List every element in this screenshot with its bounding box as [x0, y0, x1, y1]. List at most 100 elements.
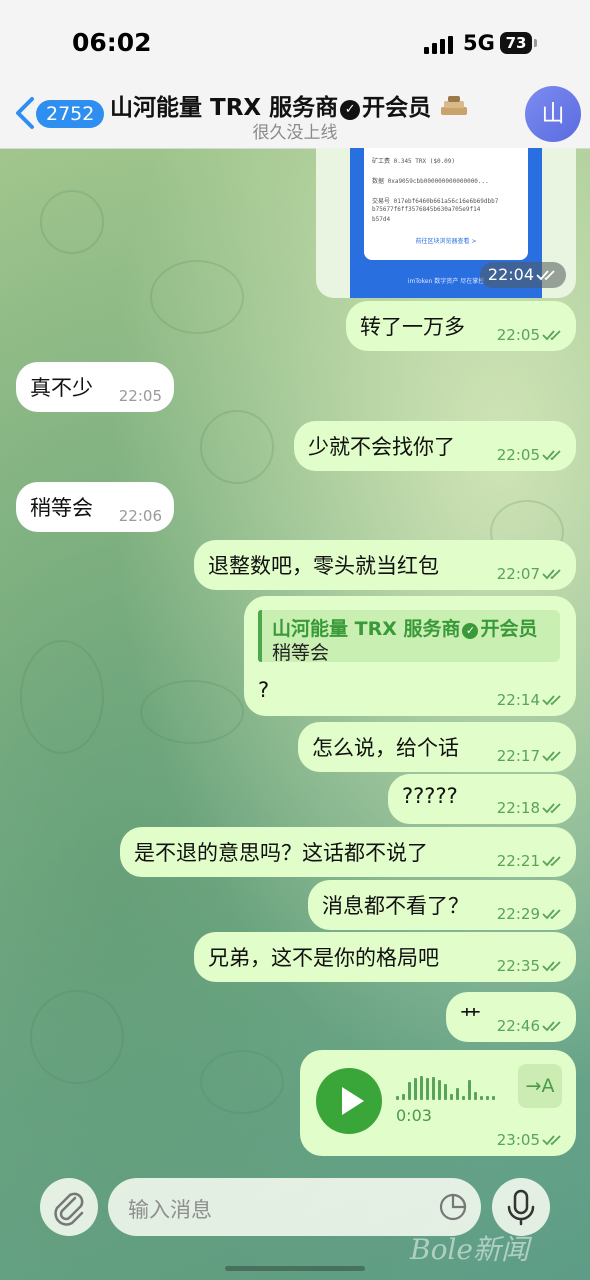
transaction-card: 矿工费 0.345 TRX ($0.09) 数据 0xa9059cbb00000… — [364, 148, 528, 260]
message-meta: 22:21 — [497, 852, 564, 870]
outgoing-message[interactable]: 艹 22:46 — [446, 992, 576, 1042]
sticker-icon[interactable] — [439, 1193, 467, 1221]
chat-title[interactable]: 山河能量 TRX 服务商 ✓ 开会员 — [110, 88, 469, 122]
watermark: Bole新闻 — [410, 1233, 529, 1266]
paperclip-icon — [54, 1192, 84, 1226]
tx-row: b57d4 — [372, 216, 391, 223]
outgoing-message[interactable]: 转了一万多 22:05 — [346, 301, 576, 351]
explorer-link: 前往区块浏览器查看 > — [415, 238, 477, 245]
wallpaper-doodle — [200, 410, 274, 484]
message-meta: 22:05 — [497, 326, 564, 344]
message-meta: 22:14 — [497, 691, 564, 709]
double-check-icon — [542, 1021, 561, 1032]
double-check-icon — [536, 270, 555, 281]
tx-row: b75677f6ff3576845b630a705e9f14 — [372, 206, 481, 213]
outgoing-message[interactable]: 怎么说，给个话 22:17 — [298, 722, 576, 772]
message-meta: 23:05 — [497, 1131, 564, 1149]
quoted-sender-suffix: 开会员 — [480, 618, 538, 640]
avatar[interactable]: 山 — [525, 86, 581, 142]
message-text: 退整数吧，零头就当红包 — [208, 554, 439, 578]
incoming-message[interactable]: 稍等会 22:06 — [16, 482, 174, 532]
home-indicator — [225, 1266, 365, 1271]
message-meta: 22:07 — [497, 565, 564, 583]
message-time: 22:04 — [479, 262, 566, 288]
double-check-icon — [542, 695, 561, 706]
battery-icon: 73 — [500, 32, 532, 54]
outgoing-message[interactable]: ????? 22:18 — [388, 774, 576, 824]
quoted-reply[interactable]: 山河能量 TRX 服务商 ✓ 开会员 稍等会 — [258, 610, 560, 664]
message-text: ????? — [402, 784, 458, 808]
tx-row: 矿工费 0.345 TRX ($0.09) — [372, 158, 456, 165]
message-meta: 22:05 — [118, 387, 162, 405]
money-bag-emoji-icon — [441, 96, 468, 115]
double-check-icon — [542, 569, 561, 580]
message-text: 兄弟，这不是你的格局吧 — [208, 946, 439, 970]
voice-duration: 0:03 — [396, 1106, 432, 1125]
transcribe-button[interactable]: →A — [518, 1064, 562, 1108]
verified-badge-icon: ✓ — [462, 623, 479, 639]
image-message[interactable]: 矿工费 0.345 TRX ($0.09) 数据 0xa9059cbb00000… — [316, 148, 576, 298]
voice-message[interactable]: 0:03 →A 23:05 — [300, 1050, 576, 1156]
double-check-icon — [542, 856, 561, 867]
outgoing-message[interactable]: 是不退的意思吗？这话都不说了 22:21 — [120, 827, 576, 877]
wallpaper-doodle — [20, 640, 104, 754]
outgoing-message[interactable]: 兄弟，这不是你的格局吧 22:35 — [194, 932, 576, 982]
battery-tip — [534, 39, 537, 47]
outgoing-message[interactable]: 消息都不看了？ 22:29 — [308, 880, 576, 930]
status-bar: 06:02 5G 73 — [0, 0, 590, 78]
message-text: 怎么说，给个话 — [312, 736, 459, 760]
message-text: 是不退的意思吗？这话都不说了 — [134, 841, 428, 865]
message-meta: 22:17 — [497, 747, 564, 765]
message-text: ? — [258, 678, 270, 702]
reply-message[interactable]: 山河能量 TRX 服务商 ✓ 开会员 稍等会 ? 22:14 — [244, 596, 576, 716]
last-seen-status: 很久没上线 — [252, 123, 338, 143]
attach-button[interactable] — [40, 1178, 98, 1236]
time-text: 22:17 — [496, 747, 540, 765]
double-check-icon — [542, 751, 561, 762]
message-meta: 22:46 — [497, 1017, 564, 1035]
double-check-icon — [542, 1135, 561, 1146]
wallpaper-doodle — [150, 260, 244, 334]
time-text: 23:05 — [496, 1131, 540, 1149]
tx-row: 交易号 017ebf6460b661a56c16e6b69dbb7 — [372, 198, 499, 205]
clock: 06:02 — [72, 28, 152, 57]
wallpaper-doodle — [200, 1050, 284, 1114]
double-check-icon — [542, 330, 561, 341]
message-text: 艹 — [460, 1006, 481, 1030]
double-check-icon — [542, 961, 561, 972]
wallpaper-doodle — [40, 190, 104, 254]
input-placeholder: 输入消息 — [128, 1198, 212, 1222]
message-text: 稍等会 — [30, 496, 93, 520]
voice-play-button[interactable] — [316, 1068, 382, 1134]
time-text: 22:21 — [496, 852, 540, 870]
wallpaper-doodle — [30, 990, 124, 1084]
time-text: 22:29 — [496, 905, 540, 923]
double-check-icon — [542, 803, 561, 814]
wallpaper-doodle — [140, 680, 244, 744]
tx-row: 数据 0xa9059cbb000000000000000... — [372, 178, 489, 185]
signal-icon — [424, 36, 453, 54]
outgoing-message[interactable]: 退整数吧，零头就当红包 22:07 — [194, 540, 576, 590]
message-meta: 22:35 — [497, 957, 564, 975]
waveform — [396, 1076, 495, 1100]
message-meta: 22:05 — [497, 446, 564, 464]
play-icon — [342, 1087, 364, 1115]
time-text: 22:18 — [496, 799, 540, 817]
quoted-text: 稍等会 — [272, 642, 330, 664]
message-meta: 22:29 — [497, 905, 564, 923]
time-text: 22:05 — [496, 326, 540, 344]
quoted-sender-name: 山河能量 TRX 服务商 — [272, 618, 461, 640]
message-text: 少就不会找你了 — [308, 435, 455, 459]
quote-bar — [258, 610, 262, 662]
verified-badge-icon: ✓ — [340, 100, 361, 120]
chat-header: 2752 山河能量 TRX 服务商 ✓ 开会员 很久没上线 山 — [0, 78, 590, 149]
time-text: 22:04 — [487, 265, 534, 284]
message-text: 真不少 — [30, 376, 93, 400]
message-text: 消息都不看了？ — [322, 894, 469, 918]
double-check-icon — [542, 909, 561, 920]
incoming-message[interactable]: 真不少 22:05 — [16, 362, 174, 412]
time-text: 22:07 — [496, 565, 540, 583]
outgoing-message[interactable]: 少就不会找你了 22:05 — [294, 421, 576, 471]
time-text: 22:46 — [496, 1017, 540, 1035]
message-text: 转了一万多 — [360, 315, 465, 339]
